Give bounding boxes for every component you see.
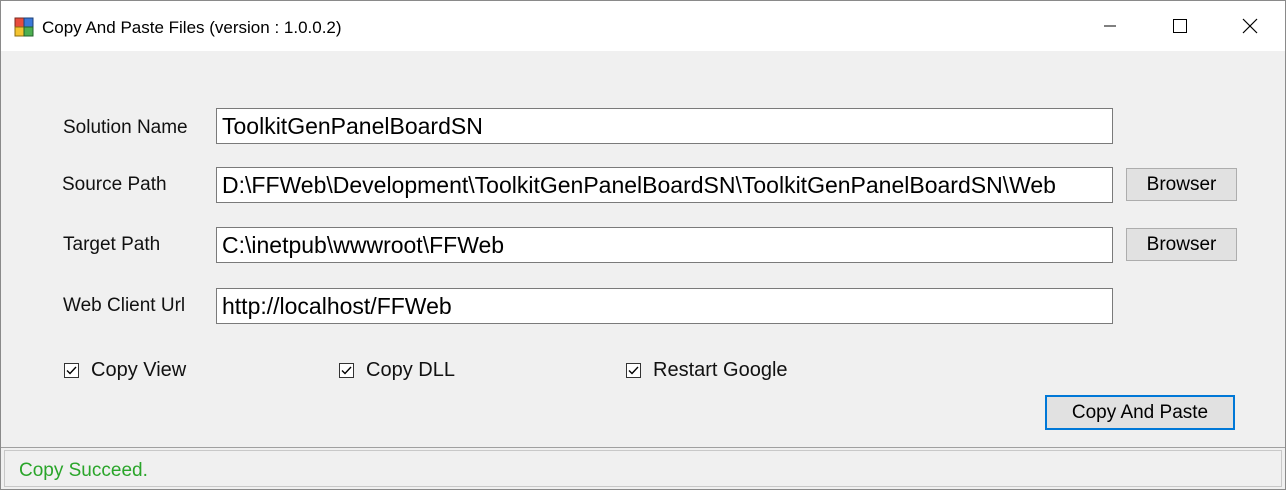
maximize-icon xyxy=(1173,19,1187,33)
checkbox-box xyxy=(626,363,641,378)
window-title: Copy And Paste Files (version : 1.0.0.2) xyxy=(42,18,342,37)
app-icon xyxy=(14,17,34,37)
copy-view-label: Copy View xyxy=(91,359,187,381)
target-path-input[interactable]: C:\inetpub\wwwroot\FFWeb xyxy=(216,227,1113,263)
solution-name-label: Solution Name xyxy=(63,117,188,138)
check-icon xyxy=(66,366,77,375)
web-client-url-label: Web Client Url xyxy=(63,295,186,316)
source-path-input[interactable]: D:\FFWeb\Development\ToolkitGenPanelBoar… xyxy=(216,167,1113,203)
status-panel xyxy=(4,450,1282,487)
form-body: Solution Name ToolkitGenPanelBoardSN Sou… xyxy=(1,51,1285,447)
target-path-label: Target Path xyxy=(63,234,161,255)
check-icon xyxy=(628,366,639,375)
minimize-button[interactable] xyxy=(1075,1,1145,51)
restart-google-label: Restart Google xyxy=(653,359,788,381)
restart-google-checkbox[interactable]: Restart Google xyxy=(626,359,788,382)
checkbox-box xyxy=(64,363,79,378)
copy-view-checkbox[interactable]: Copy View xyxy=(64,359,186,382)
web-client-url-input[interactable]: http://localhost/FFWeb xyxy=(216,288,1113,324)
main-window: Copy And Paste Files (version : 1.0.0.2)… xyxy=(0,0,1286,490)
title-bar[interactable]: Copy And Paste Files (version : 1.0.0.2) xyxy=(1,1,1285,51)
solution-name-input[interactable]: ToolkitGenPanelBoardSN xyxy=(216,108,1113,144)
copy-and-paste-button[interactable]: Copy And Paste xyxy=(1045,395,1235,430)
check-icon xyxy=(341,366,352,375)
status-text: Copy Succeed. xyxy=(19,460,148,481)
close-button[interactable] xyxy=(1215,1,1285,51)
close-icon xyxy=(1242,18,1258,34)
copy-dll-checkbox[interactable]: Copy DLL xyxy=(339,359,455,382)
source-browse-button[interactable]: Browser xyxy=(1126,168,1237,201)
source-path-label: Source Path xyxy=(62,174,167,195)
status-bar: Copy Succeed. xyxy=(1,447,1285,489)
copy-dll-label: Copy DLL xyxy=(366,359,455,381)
maximize-button[interactable] xyxy=(1145,1,1215,51)
minimize-icon xyxy=(1104,25,1116,27)
checkbox-box xyxy=(339,363,354,378)
target-browse-button[interactable]: Browser xyxy=(1126,228,1237,261)
